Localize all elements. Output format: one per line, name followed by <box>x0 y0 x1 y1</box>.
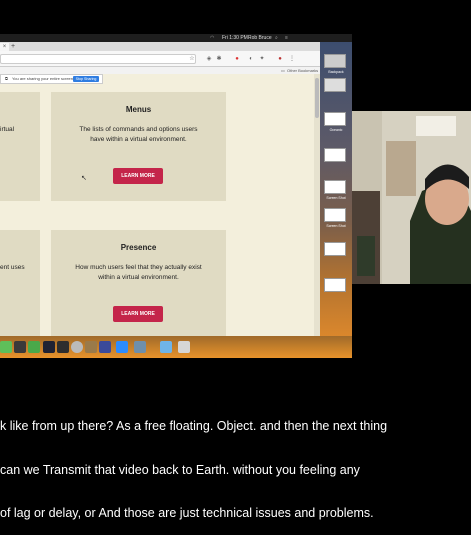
puzzle-icon[interactable]: ✦ <box>258 55 266 63</box>
extension-icon[interactable]: ✱ <box>215 55 223 63</box>
file-icon[interactable] <box>324 78 346 92</box>
card-description: irtual <box>0 126 15 133</box>
sharing-notice-text: You are sharing your entire screen. <box>12 76 75 81</box>
url-input[interactable] <box>0 54 196 64</box>
close-tab-icon[interactable]: × <box>0 43 9 51</box>
card-description: How much users feel that they actually e… <box>75 264 202 281</box>
browser-window: × + ☆ ◈ ✱ ● ◐ ✦ ● ⋮ ▭ Other Bookmarks ⧉ … <box>0 42 320 336</box>
desktop-icon-label: Screen Shot <box>326 196 346 200</box>
address-toolbar: ☆ ◈ ✱ ● ◐ ✦ ● ⋮ <box>0 51 320 67</box>
screen-share-notice: ⧉ You are sharing your entire screen. St… <box>0 74 103 84</box>
card-description: The lists of commands and options users … <box>79 126 198 143</box>
card-title: Presence <box>120 243 157 252</box>
new-tab-button[interactable]: + <box>11 42 15 51</box>
other-bookmarks[interactable]: Other Bookmarks <box>287 67 318 74</box>
learn-more-button[interactable]: LEARN MORE <box>113 306 163 322</box>
captions: k like from up there? As a free floating… <box>0 390 471 535</box>
search-icon[interactable]: ⌕ <box>275 34 278 42</box>
menu-icon[interactable]: ≡ <box>285 34 288 42</box>
bookmarks-bar: ▭ Other Bookmarks <box>0 67 320 74</box>
zoom-icon[interactable] <box>116 341 128 353</box>
card-description: ent uses <box>0 264 25 271</box>
star-icon[interactable]: ☆ <box>188 55 196 63</box>
mac-menubar: Rob Bruce Fri 1:30 PM ◠ ⌕ ≡ <box>0 34 352 42</box>
card-presence: Presence How much users feel that they a… <box>51 230 226 336</box>
webcam-video <box>352 111 471 284</box>
mouse-cursor-icon: ↖ <box>81 175 87 182</box>
record-icon[interactable]: ● <box>233 55 241 63</box>
document-icon[interactable] <box>324 112 346 126</box>
app-icon[interactable] <box>0 341 12 353</box>
document-icon[interactable] <box>324 278 346 292</box>
caption-line: can we Transmit that video back to Earth… <box>0 462 360 477</box>
folder-icon[interactable] <box>160 341 172 353</box>
app-icon[interactable] <box>85 341 97 353</box>
extension-icon-2[interactable]: ◐ <box>247 55 255 63</box>
document-icon[interactable] <box>324 180 346 194</box>
app-icon[interactable] <box>28 341 40 353</box>
card-menus: Menus The lists of commands and options … <box>51 92 226 201</box>
wifi-icon[interactable]: ◠ <box>210 34 214 42</box>
mac-dock <box>0 336 352 358</box>
app-icon[interactable] <box>99 341 111 353</box>
app-icon[interactable] <box>14 341 26 353</box>
folder-icon[interactable]: ▭ <box>281 67 285 74</box>
document-icon[interactable] <box>324 242 346 256</box>
learn-more-button[interactable]: LEARN MORE <box>113 168 163 184</box>
app-icon[interactable] <box>43 341 55 353</box>
share-icon: ⧉ <box>5 76 8 81</box>
file-icon[interactable] <box>324 54 346 68</box>
menubar-time: Fri 1:30 PM <box>222 35 248 41</box>
stop-sharing-button[interactable]: Stop Sharing <box>73 76 99 82</box>
caption-line: of lag or delay, or And those are just t… <box>0 506 374 520</box>
desktop-icon-label: Oceanic <box>329 128 343 132</box>
person-video-frame <box>352 111 471 284</box>
tab-strip: × + <box>0 42 320 51</box>
document-icon[interactable] <box>324 148 346 162</box>
profile-icon[interactable]: ● <box>276 55 284 63</box>
scrollbar-thumb[interactable] <box>315 78 319 118</box>
desktop-icon-label: Screen Shot <box>326 224 346 228</box>
caption-line: k like from up there? As a free floating… <box>0 419 388 433</box>
card-title: Menus <box>125 105 152 114</box>
desktop: Backpack Oceanic Screen Shot Screen Shot <box>320 42 352 344</box>
card-partial-1: irtual <box>0 92 40 201</box>
terminal-icon[interactable] <box>57 341 69 353</box>
shield-icon[interactable]: ◈ <box>205 55 213 63</box>
desktop-icon-label: Backpack <box>328 70 344 74</box>
menubar-user[interactable]: Rob Bruce <box>248 34 272 42</box>
app-icon[interactable] <box>134 341 146 353</box>
more-menu-icon[interactable]: ⋮ <box>288 55 296 63</box>
settings-icon[interactable] <box>71 341 83 353</box>
document-icon[interactable] <box>324 208 346 222</box>
trash-icon[interactable] <box>178 341 190 353</box>
card-partial-2: ent uses <box>0 230 40 336</box>
